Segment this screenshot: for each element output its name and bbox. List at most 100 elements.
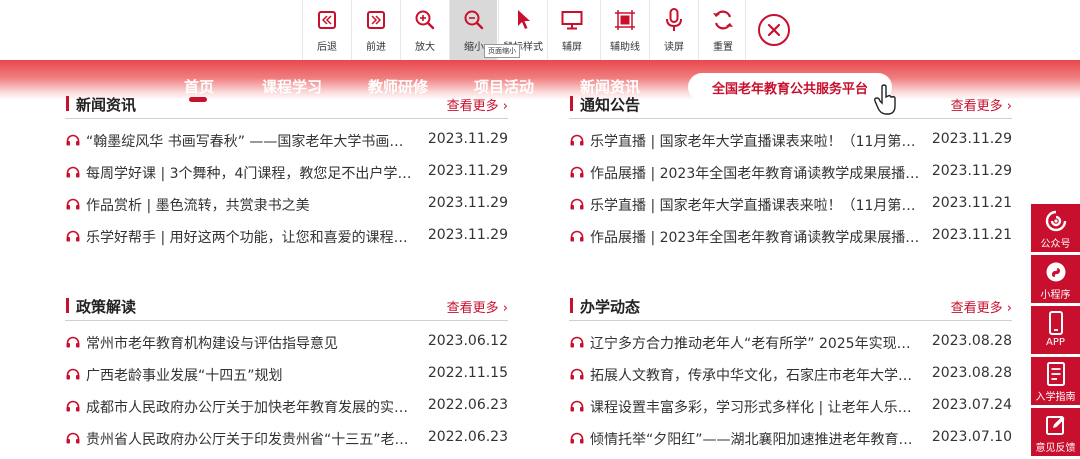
section-title: 通知公告	[580, 96, 641, 114]
list-item-date: 2023.11.29	[427, 227, 508, 243]
more-link-label: 查看更多	[950, 99, 1003, 114]
headphones-icon	[66, 336, 80, 348]
headphones-icon	[66, 432, 80, 444]
tooltip: 页面缩小	[484, 44, 520, 58]
toolbar-label: 后退	[317, 42, 337, 53]
list-item[interactable]: “翰墨绽风华 书画写春秋” ——国家老年大学书画作品展 2023.11.29	[65, 126, 508, 158]
sidebar-feedback-button[interactable]: 意见反馈	[1031, 408, 1080, 456]
list-item-date: 2023.11.21	[931, 195, 1012, 211]
list-item[interactable]: 成都市人民政府办公厅关于加快老年教育发展的实施意见 2022.06.23	[65, 392, 508, 424]
list-item[interactable]: 辽宁多方合力推动老年人“老有所学” 2025年实现全覆盖 2023.08.28	[569, 328, 1012, 360]
toolbar-label: 辅屏	[562, 42, 582, 53]
list-item[interactable]: 课程设置丰富多彩，学习形式多样化 | 让老年人乐享学习 2023.07.24	[569, 392, 1012, 424]
list-item[interactable]: 倾情托举“夕阳红”——湖北襄阳加速推进老年教育发展 2023.07.10	[569, 424, 1012, 456]
chevron-right-icon: ›	[1006, 301, 1012, 316]
list-item[interactable]: 每周学好课 | 3个舞种，4门课程，教您足不出户学跳舞 2023.11.29	[65, 158, 508, 190]
toolbar-label: 辅助线	[610, 42, 640, 53]
toolbar-label: 放大	[415, 42, 435, 53]
more-link[interactable]: 查看更多 ›	[447, 95, 508, 114]
list-item-title: 乐学直播 | 国家老年大学直播课表来啦！（11月第四周）	[590, 198, 920, 214]
chevron-right-icon: ›	[1006, 99, 1012, 114]
section-title: 政策解读	[76, 298, 137, 316]
list-item[interactable]: 乐学直播 | 国家老年大学直播课表来啦！（11月第五周） 2023.11.29	[569, 126, 1012, 158]
close-icon	[767, 23, 781, 37]
toolbar-label: 重置	[713, 42, 733, 53]
list-item[interactable]: 作品展播 | 2023年全国老年教育诵读教学成果展播活动 2023.11.21	[569, 222, 1012, 254]
headphones-icon	[570, 336, 584, 348]
sidebar-label: APP	[1046, 337, 1065, 348]
forward-icon	[367, 11, 385, 29]
list-item-title: 倾情托举“夕阳红”——湖北襄阳加速推进老年教育发展	[590, 432, 920, 448]
guide-icon	[1046, 362, 1065, 386]
toolbar-label: 前进	[366, 42, 386, 53]
wechat-icon	[1045, 210, 1066, 232]
reset-icon	[713, 10, 733, 30]
more-link-label: 查看更多	[950, 301, 1003, 316]
list-item-title: 每周学好课 | 3个舞种，4门课程，教您足不出户学跳舞	[86, 166, 416, 182]
list-item-date: 2023.11.29	[427, 195, 508, 211]
list-item-date: 2022.06.23	[427, 429, 508, 445]
list-item-date: 2023.08.28	[931, 365, 1012, 381]
list-item-date: 2022.06.23	[427, 397, 508, 413]
list-item-title: 作品展播 | 2023年全国老年教育诵读教学成果展播活动	[590, 230, 920, 246]
toolbar-zoom-in-button[interactable]: 放大	[400, 0, 448, 60]
more-link[interactable]: 查看更多 ›	[951, 297, 1012, 316]
section-policy: 政策解读 查看更多 › 常州市老年教育机构建设与评估指导意见 2023.06.12…	[65, 296, 508, 456]
headphones-icon	[570, 400, 584, 412]
more-link-label: 查看更多	[446, 99, 499, 114]
cursor-icon	[518, 10, 530, 29]
toolbar-back-button[interactable]: 后退	[302, 0, 350, 60]
toolbar-label: 读屏	[664, 42, 684, 53]
sidebar-label: 入学指南	[1035, 392, 1076, 403]
toolbar-screen-reader-button[interactable]: 读屏	[649, 0, 697, 60]
section-notices: 通知公告 查看更多 › 乐学直播 | 国家老年大学直播课表来啦！（11月第五周）…	[569, 94, 1012, 254]
list-item-date: 2023.11.29	[931, 163, 1012, 179]
list-item-title: 课程设置丰富多彩，学习形式多样化 | 让老年人乐享学习	[590, 400, 920, 416]
list-item[interactable]: 常州市老年教育机构建设与评估指导意见 2023.06.12	[65, 328, 508, 360]
sidebar-guide-button[interactable]: 入学指南	[1031, 357, 1080, 405]
phone-icon	[1048, 311, 1063, 335]
sidebar-label: 小程序	[1040, 290, 1071, 301]
accessibility-toolbar: 后退 前进 放大 缩小 鼠标样式 辅屏 辅助线 读屏 重置 页面缩小	[0, 0, 1080, 60]
list-item-title: “翰墨绽风华 书画写春秋” ——国家老年大学书画作品展	[86, 134, 416, 150]
list-item-title: 乐学直播 | 国家老年大学直播课表来啦！（11月第五周）	[590, 134, 920, 150]
list-item-date: 2023.11.29	[427, 163, 508, 179]
toolbar-forward-button[interactable]: 前进	[351, 0, 399, 60]
section-marker	[570, 96, 573, 111]
headphones-icon	[570, 368, 584, 380]
more-link[interactable]: 查看更多 ›	[447, 297, 508, 316]
list-item-title: 作品赏析 | 墨色流转，共赏隶书之美	[86, 198, 310, 214]
toolbar-reset-button[interactable]: 重置	[698, 0, 746, 60]
section-title: 办学动态	[580, 298, 641, 316]
list-item-title: 辽宁多方合力推动老年人“老有所学” 2025年实现全覆盖	[590, 336, 920, 352]
zoom-out-icon	[464, 10, 484, 30]
list-item[interactable]: 拓展人文教育，传承中华文化，石家庄市老年大学开展活动 2023.08.28	[569, 360, 1012, 392]
list-item[interactable]: 贵州省人民政府办公厅关于印发贵州省“十三五”老年教育规划 2022.06.23	[65, 424, 508, 456]
headphones-icon	[66, 166, 80, 178]
sidebar-app-button[interactable]: APP	[1031, 306, 1080, 354]
toolbar-close-button[interactable]	[758, 14, 790, 46]
microphone-icon	[666, 8, 682, 31]
toolbar-guideline-button[interactable]: 辅助线	[600, 0, 648, 60]
sidebar-mini-program-button[interactable]: 小程序	[1031, 255, 1080, 303]
list-item[interactable]: 作品展播 | 2023年全国老年教育诵读教学成果展播活动 2023.11.29	[569, 158, 1012, 190]
more-link[interactable]: 查看更多 ›	[951, 95, 1012, 114]
sidebar-wechat-button[interactable]: 公众号	[1031, 204, 1080, 252]
list-item[interactable]: 乐学直播 | 国家老年大学直播课表来啦！（11月第四周） 2023.11.21	[569, 190, 1012, 222]
list-item-date: 2023.08.28	[931, 333, 1012, 349]
list-item[interactable]: 广西老龄事业发展“十四五”规划 2022.11.15	[65, 360, 508, 392]
section-marker	[66, 298, 69, 313]
monitor-icon	[561, 11, 583, 30]
list-item[interactable]: 乐学好帮手 | 用好这两个功能，让您和喜爱的课程不再错过 2023.11.29	[65, 222, 508, 254]
list-item-date: 2023.11.21	[931, 227, 1012, 243]
hand-cursor-icon	[874, 84, 896, 115]
list-item-title: 成都市人民政府办公厅关于加快老年教育发展的实施意见	[86, 400, 416, 416]
list-item[interactable]: 作品赏析 | 墨色流转，共赏隶书之美 2023.11.29	[65, 190, 508, 222]
list-item-date: 2023.11.29	[427, 131, 508, 147]
headphones-icon	[66, 400, 80, 412]
sidebar-label: 意见反馈	[1035, 443, 1076, 454]
toolbar-screen-button[interactable]: 辅屏	[547, 0, 595, 60]
list-item-title: 拓展人文教育，传承中华文化，石家庄市老年大学开展活动	[590, 368, 920, 384]
headphones-icon	[570, 166, 584, 178]
headphones-icon	[570, 198, 584, 210]
